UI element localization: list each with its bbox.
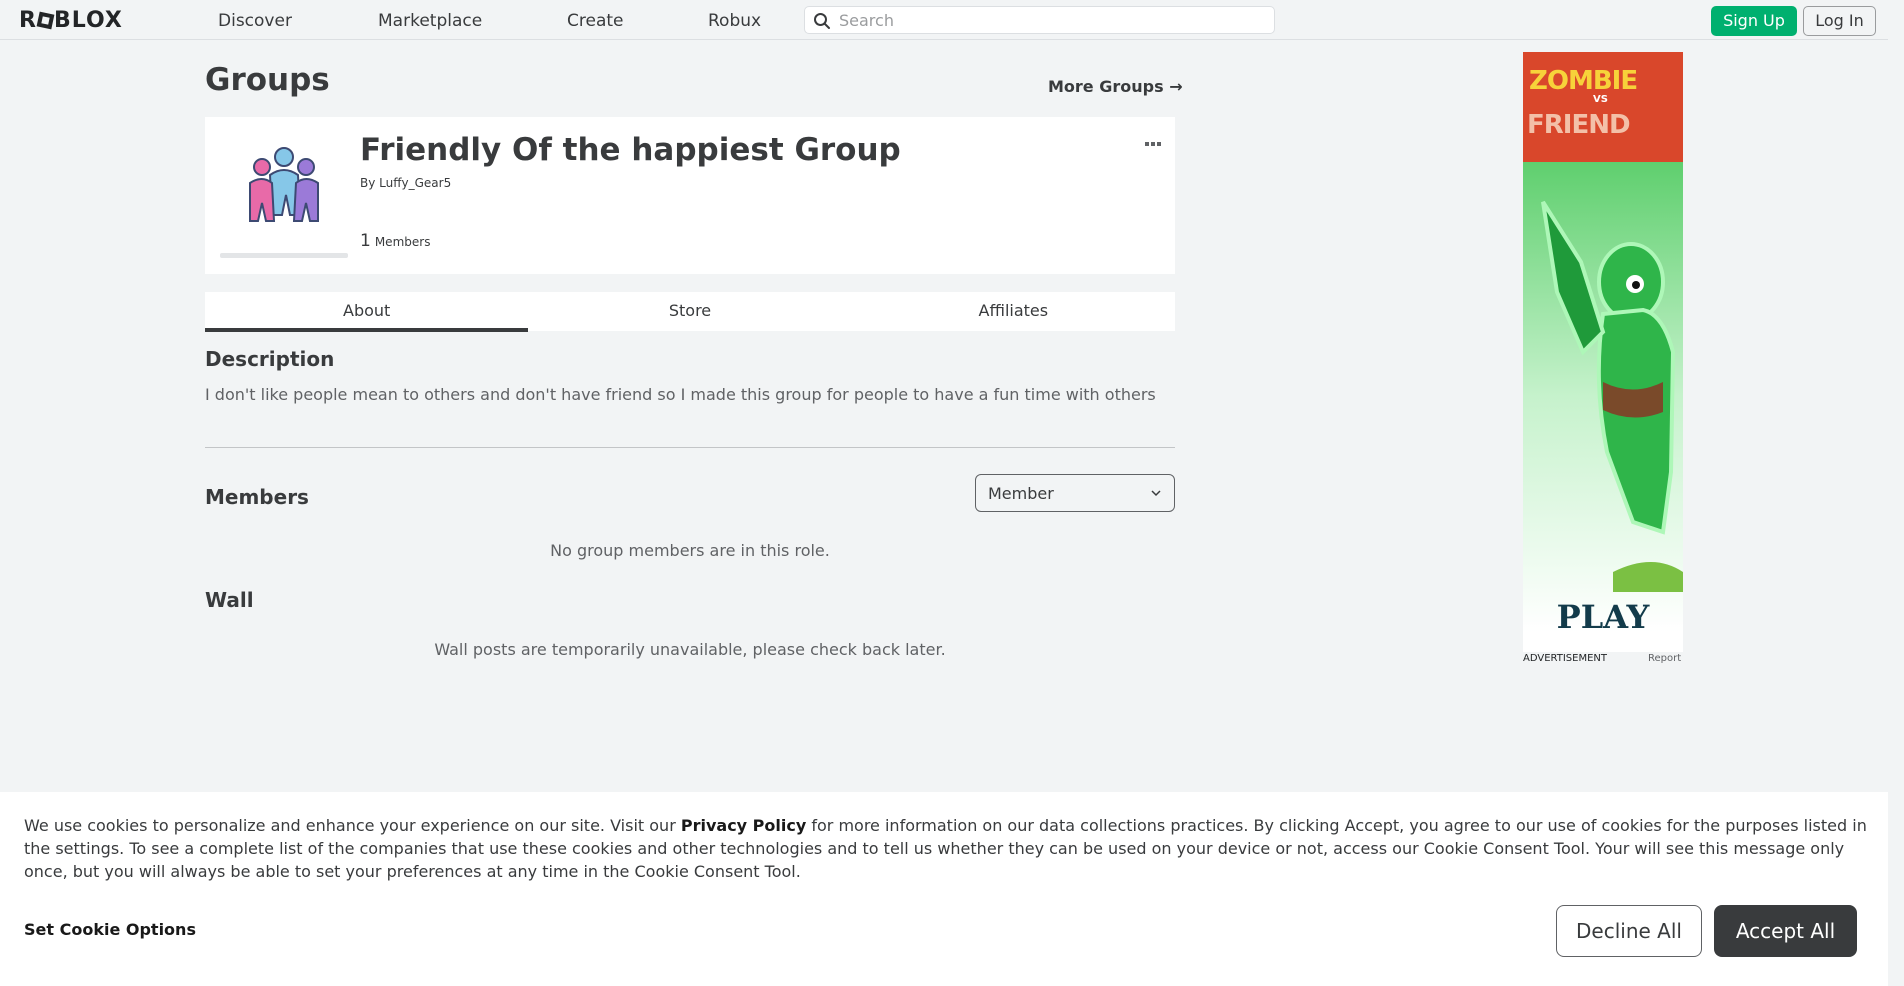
description-heading: Description <box>205 347 335 371</box>
more-groups-link[interactable]: More Groups → <box>1048 77 1183 96</box>
nav-link-create[interactable]: Create <box>567 11 624 31</box>
arrow-right-icon: → <box>1169 77 1183 96</box>
owner-link[interactable]: Luffy_Gear5 <box>379 176 451 190</box>
member-count: 1 Members <box>360 231 430 251</box>
member-count-label: Members <box>374 235 431 249</box>
section-divider <box>205 447 1175 448</box>
icon-progress-bar <box>220 253 348 258</box>
tab-affiliates[interactable]: Affiliates <box>852 292 1175 331</box>
search-box <box>804 6 1275 34</box>
wall-heading: Wall <box>205 588 254 612</box>
members-heading: Members <box>205 485 309 509</box>
tab-about[interactable]: About <box>205 292 529 332</box>
log-in-button[interactable]: Log In <box>1803 6 1876 36</box>
report-ad-link[interactable]: Report <box>1648 653 1681 664</box>
group-tabs: About Store Affiliates <box>205 292 1175 332</box>
advertisement-banner[interactable]: ZOMBIE VS FRIEND PLAY <box>1523 52 1683 652</box>
search-input[interactable] <box>839 9 1259 31</box>
ad-title-top: ZOMBIE <box>1529 66 1638 96</box>
search-icon <box>814 13 830 29</box>
tab-store[interactable]: Store <box>528 292 851 331</box>
sign-up-button[interactable]: Sign Up <box>1711 6 1797 36</box>
ad-title-bottom: FRIEND <box>1527 110 1631 140</box>
page-scrollbar[interactable] <box>1888 0 1904 986</box>
group-owner: By Luffy_Gear5 <box>360 176 451 190</box>
cookie-message: We use cookies to personalize and enhanc… <box>24 814 1869 883</box>
group-name: Friendly Of the happiest Group <box>360 132 901 168</box>
roblox-logo[interactable]: R BLOX <box>19 8 123 33</box>
more-groups-label: More Groups <box>1048 77 1164 96</box>
set-cookie-options-link[interactable]: Set Cookie Options <box>24 920 196 939</box>
ad-play-label: PLAY <box>1556 598 1650 636</box>
group-people-icon <box>249 147 319 222</box>
nav-link-robux[interactable]: Robux <box>708 11 761 31</box>
cookie-text-before: We use cookies to personalize and enhanc… <box>24 816 681 835</box>
nav-link-marketplace[interactable]: Marketplace <box>378 11 482 31</box>
wall-unavailable-message: Wall posts are temporarily unavailable, … <box>434 640 946 659</box>
member-count-number: 1 <box>360 231 371 251</box>
by-label: By <box>360 176 376 190</box>
accept-all-button[interactable]: Accept All <box>1714 905 1857 957</box>
group-description: I don't like people mean to others and d… <box>205 385 1156 404</box>
ad-title-vs: VS <box>1593 94 1608 105</box>
cookie-consent-banner: We use cookies to personalize and enhanc… <box>0 792 1888 986</box>
decline-all-button[interactable]: Decline All <box>1556 905 1702 957</box>
members-empty-message: No group members are in this role. <box>550 541 830 560</box>
group-header-card: Friendly Of the happiest Group By Luffy_… <box>205 117 1175 274</box>
nav-link-discover[interactable]: Discover <box>218 11 292 31</box>
ad-artwork <box>1523 52 1683 632</box>
page-title: Groups <box>205 62 330 98</box>
advertisement-label: ADVERTISEMENT <box>1523 653 1608 664</box>
privacy-policy-link[interactable]: Privacy Policy <box>681 816 806 835</box>
more-options-icon[interactable] <box>1145 131 1165 146</box>
role-dropdown[interactable]: Member <box>975 474 1175 512</box>
top-navigation: R BLOX Discover Marketplace Create Robux … <box>0 0 1904 40</box>
role-selected-value: Member <box>988 484 1054 503</box>
chevron-down-icon <box>1151 490 1161 497</box>
